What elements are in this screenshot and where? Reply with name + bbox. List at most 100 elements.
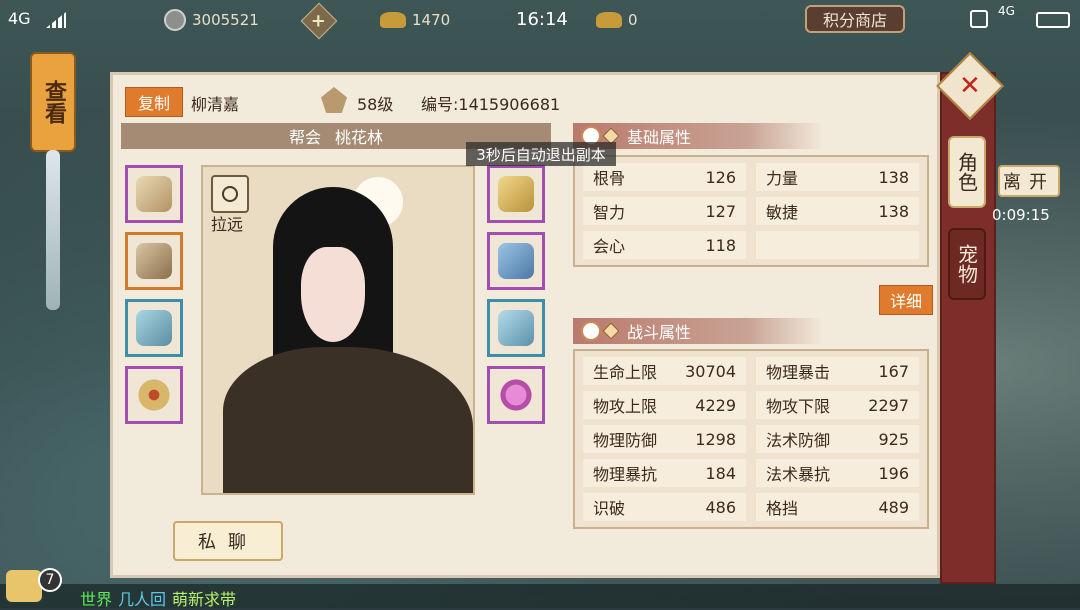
gold-counter: 0 xyxy=(596,6,638,34)
signal-bars-icon xyxy=(46,12,66,28)
copy-button[interactable]: 复制 xyxy=(125,87,183,117)
stat-value: 127 xyxy=(705,201,736,221)
sword-icon xyxy=(136,176,172,212)
stat-value: 167 xyxy=(878,361,909,381)
stat-label: 识破 xyxy=(593,499,626,518)
add-currency-button[interactable]: + xyxy=(300,2,338,40)
stat-label: 敏捷 xyxy=(766,203,799,222)
stat-row: 根骨 126 力量 138 xyxy=(583,163,919,191)
player-level: 58级 xyxy=(357,95,394,114)
auto-exit-toast: 3秒后自动退出副本 xyxy=(466,142,616,166)
pendant-slot[interactable] xyxy=(487,366,545,424)
stat-label: 法术暴抗 xyxy=(766,465,831,484)
ingot-icon xyxy=(380,12,406,28)
chat-text: 萌新求带 xyxy=(172,590,237,609)
chat-player[interactable]: 几人回 xyxy=(118,586,166,610)
chat-message[interactable]: 世界 几人回 萌新求带 xyxy=(80,586,236,610)
tab-role[interactable]: 角色 xyxy=(948,136,986,208)
battle-attributes-header: 战斗属性 xyxy=(573,318,823,344)
stat-strength: 力量 138 xyxy=(756,163,919,191)
character-face xyxy=(301,247,365,342)
pants-slot[interactable] xyxy=(487,232,545,290)
stat-row: 生命上限 30704 物理暴击 167 xyxy=(583,357,919,385)
magnifier-icon xyxy=(222,186,238,202)
stat-label: 物攻下限 xyxy=(766,397,831,416)
section-swirl-icon xyxy=(581,321,601,341)
guild-label: 帮会 xyxy=(288,128,321,147)
cape-slot[interactable] xyxy=(487,165,545,223)
chat-unread-badge: 7 xyxy=(38,568,62,592)
dungeon-timer: 0:09:15 xyxy=(992,206,1050,224)
battle-attributes-box: 生命上限 30704 物理暴击 167 物攻上限 4229 物攻下限 2297 物理防御… xyxy=(573,349,929,529)
stat-value: 184 xyxy=(705,463,736,483)
mute-icon xyxy=(970,10,988,28)
boots-icon xyxy=(498,310,534,346)
stat-row: 识破 486 格挡 489 xyxy=(583,493,919,521)
stat-value: 2297 xyxy=(868,395,909,415)
pants-icon xyxy=(498,243,534,279)
close-icon: ✕ xyxy=(959,70,981,101)
stat-row: 物攻上限 4229 物攻下限 2297 xyxy=(583,391,919,419)
coin-icon xyxy=(164,9,186,31)
view-lantern[interactable]: 查看 xyxy=(30,52,76,152)
level-icon xyxy=(321,87,347,113)
armor-slot[interactable] xyxy=(125,232,183,290)
sword-slot[interactable] xyxy=(125,165,183,223)
ring-icon xyxy=(136,377,172,413)
stat-row: 物理暴抗 184 法术暴抗 196 xyxy=(583,459,919,487)
coin-value: 3005521 xyxy=(192,11,259,29)
detail-button[interactable]: 详细 xyxy=(879,285,933,315)
zoom-out-button[interactable] xyxy=(211,175,249,213)
player-name: 柳清嘉 xyxy=(191,95,240,114)
character-portrait: 拉远 xyxy=(201,165,475,495)
tassel-decoration xyxy=(46,150,60,310)
stat-value: 489 xyxy=(878,497,909,517)
stat-value: 1298 xyxy=(695,429,736,449)
stat-label: 会心 xyxy=(593,237,626,256)
chat-channel: 世界 xyxy=(80,590,113,609)
battery-icon xyxy=(1036,12,1070,28)
stat-row: 物理防御 1298 法术防御 925 xyxy=(583,425,919,453)
basic-attributes-box: 根骨 126 力量 138 智力 127 敏捷 138 会心 118 xyxy=(573,155,929,267)
boots-slot[interactable] xyxy=(487,299,545,357)
stat-agility: 敏捷 138 xyxy=(756,197,919,225)
stat-label: 物理防御 xyxy=(593,431,658,450)
belt-icon xyxy=(136,310,172,346)
section-diamond-icon xyxy=(602,322,620,340)
stat-value: 138 xyxy=(878,201,909,221)
stat-empty xyxy=(756,231,919,259)
stat-label: 法术防御 xyxy=(766,431,831,450)
player-id: 编号:1415906681 xyxy=(421,95,561,114)
coin-counter: 3005521 xyxy=(164,6,259,34)
stat-phys-crit-res: 物理暴抗 184 xyxy=(583,459,746,487)
ingot-value: 1470 xyxy=(412,11,451,29)
stat-block: 格挡 489 xyxy=(756,493,919,521)
ring-slot[interactable] xyxy=(125,366,183,424)
stat-phys-crit: 物理暴击 167 xyxy=(756,357,919,385)
guild-name: 桃花林 xyxy=(335,128,384,147)
stat-value: 30704 xyxy=(685,361,736,381)
tab-pet[interactable]: 宠物 xyxy=(948,228,986,300)
points-shop-button[interactable]: 积分商店 xyxy=(805,5,905,33)
stat-value: 118 xyxy=(705,235,736,255)
plus-icon: + xyxy=(311,10,327,32)
basic-attributes-title: 基础属性 xyxy=(627,128,692,147)
stat-row: 智力 127 敏捷 138 xyxy=(583,197,919,225)
gold-ingot-icon xyxy=(596,12,622,28)
stat-magic-crit-res: 法术暴抗 196 xyxy=(756,459,919,487)
ingot-counter: 1470 xyxy=(380,6,450,34)
leave-button[interactable]: 离开 xyxy=(998,165,1060,197)
pendant-icon xyxy=(498,377,534,413)
stat-intelligence: 智力 127 xyxy=(583,197,746,225)
stat-value: 196 xyxy=(878,463,909,483)
cape-icon xyxy=(498,176,534,212)
stat-phys-atk-min: 物攻下限 2297 xyxy=(756,391,919,419)
belt-slot[interactable] xyxy=(125,299,183,357)
signal-indicator: 4G xyxy=(8,9,31,28)
armor-icon xyxy=(136,243,172,279)
chat-bubble-icon[interactable] xyxy=(6,570,42,602)
stat-label: 格挡 xyxy=(766,499,799,518)
stat-label: 物攻上限 xyxy=(593,397,658,416)
status-bar: 4G 3005521 + 1470 16:14 0 积分商店 4G xyxy=(0,0,1080,42)
private-chat-button[interactable]: 私聊 xyxy=(173,521,283,561)
